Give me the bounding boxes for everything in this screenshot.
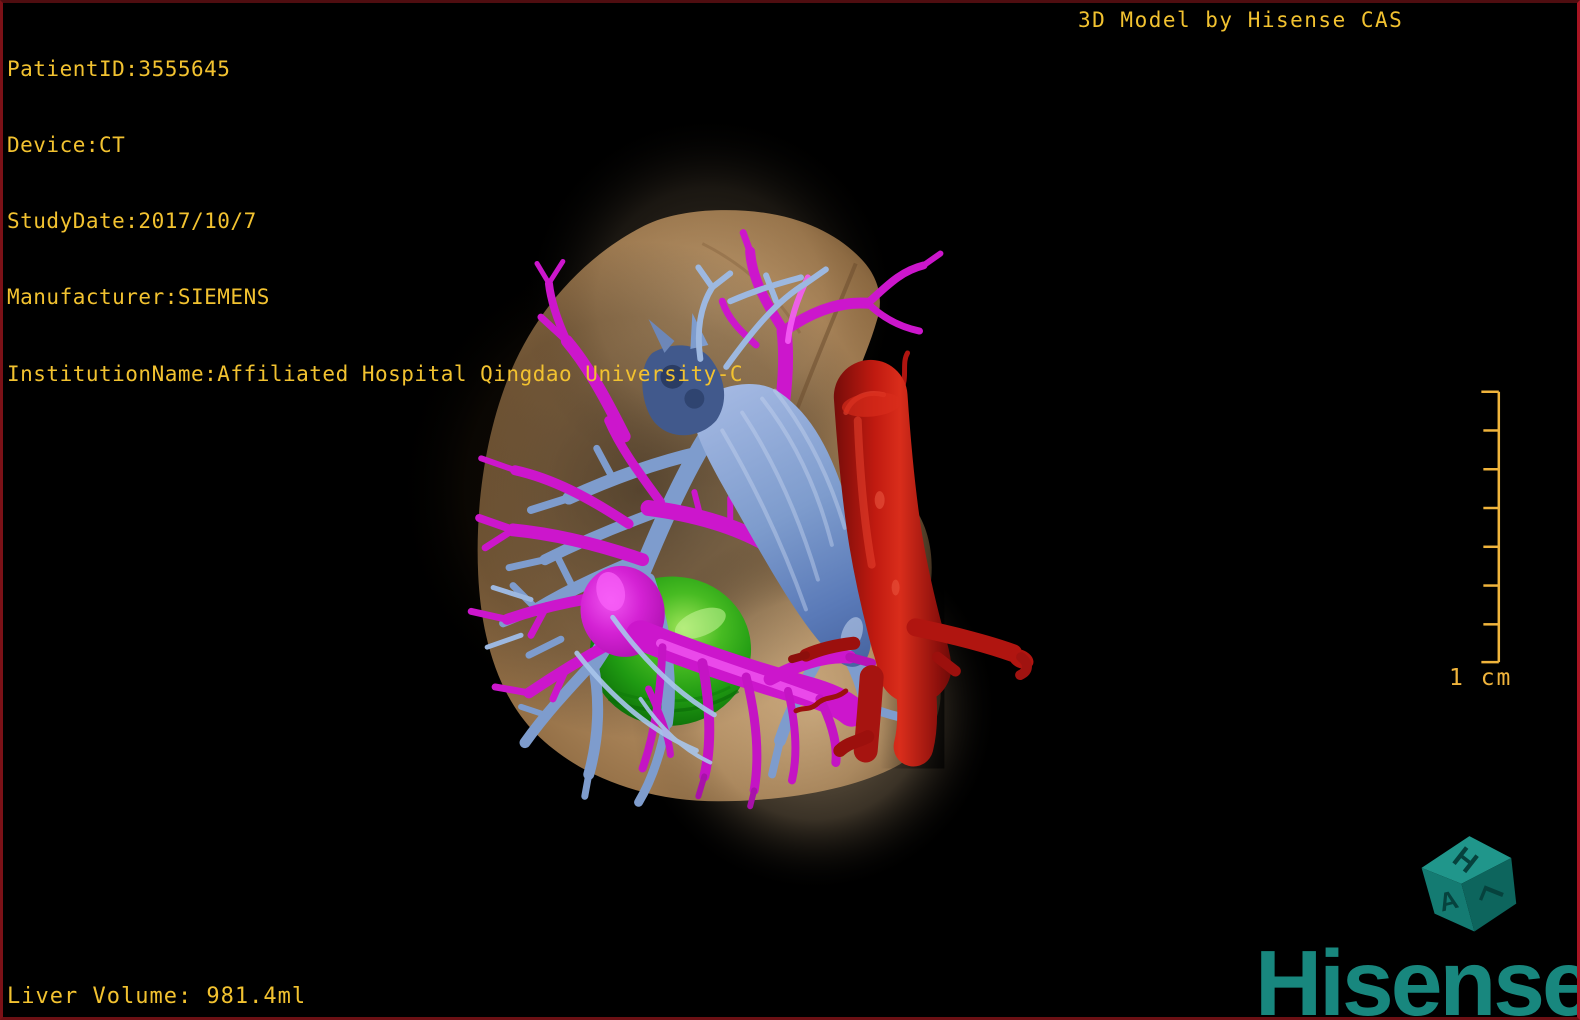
study-date-line: StudyDate:2017/10/7 — [7, 209, 257, 234]
patient-id-line: PatientID:3555645 — [7, 56, 231, 81]
scale-ruler — [1481, 390, 1501, 664]
liver-volume-readout: Liver Volume: 981.4ml — [7, 984, 307, 1009]
institution-line: InstitutionName:Affiliated Hospital Qing… — [7, 361, 744, 386]
manufacturer-line: Manufacturer:SIEMENS — [7, 285, 270, 310]
watermark-title: 3D Model by Hisense CAS — [1078, 8, 1404, 32]
viewport-frame: H A L PatientID:3555645 Device:CT StudyD… — [0, 0, 1580, 1020]
hisense-wordmark: Hisense — [1255, 931, 1580, 1020]
patient-info-block: PatientID:3555645 Device:CT StudyDate:20… — [7, 6, 743, 438]
device-line: Device:CT — [7, 133, 126, 158]
hisense-cas-cube-logo: H A L — [1421, 836, 1517, 932]
scale-ruler-label: 1 cm — [1449, 665, 1513, 691]
